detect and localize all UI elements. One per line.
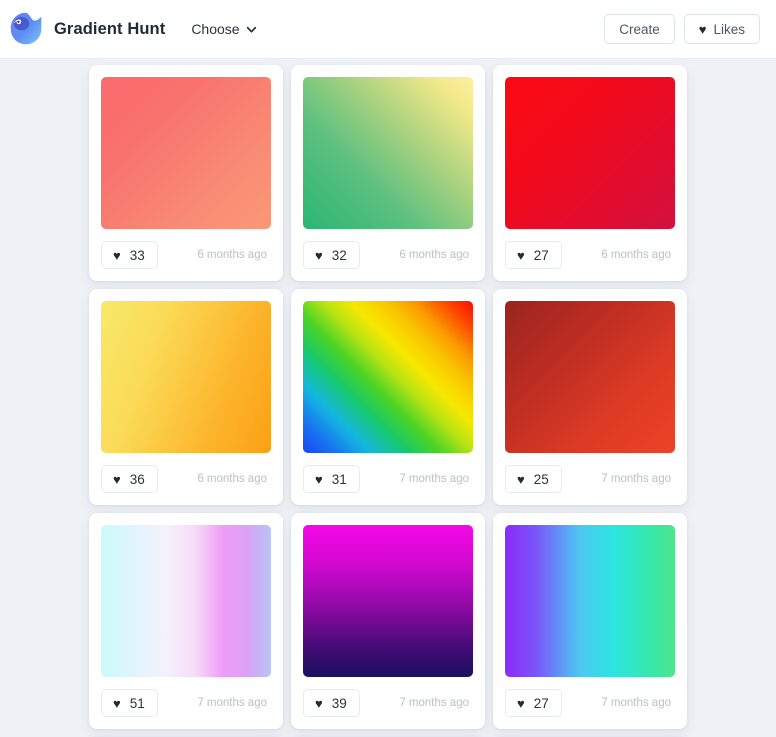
like-count: 25 [533,471,549,487]
chevron-down-icon [246,26,256,33]
like-button[interactable]: ♥ 27 [505,689,562,717]
card-meta: ♥ 31 7 months ago [303,465,473,493]
heart-icon: ♥ [315,247,323,263]
timestamp: 7 months ago [399,473,469,485]
card-meta: ♥ 32 6 months ago [303,241,473,269]
gradient-card[interactable]: ♥ 36 6 months ago [89,289,283,505]
timestamp: 6 months ago [399,249,469,261]
gradient-card[interactable]: ♥ 25 7 months ago [493,289,687,505]
like-button[interactable]: ♥ 51 [101,689,158,717]
gradient-swatch[interactable] [505,301,675,453]
like-count: 39 [331,695,347,711]
heart-icon: ♥ [113,695,121,711]
card-meta: ♥ 27 7 months ago [505,689,675,717]
like-button[interactable]: ♥ 31 [303,465,360,493]
like-button[interactable]: ♥ 32 [303,241,360,269]
timestamp: 7 months ago [197,697,267,709]
card-meta: ♥ 51 7 months ago [101,689,271,717]
timestamp: 6 months ago [197,473,267,485]
timestamp: 6 months ago [601,249,671,261]
card-meta: ♥ 36 6 months ago [101,465,271,493]
heart-icon: ♥ [517,471,525,487]
heart-icon: ♥ [517,247,525,263]
timestamp: 7 months ago [601,473,671,485]
gradient-swatch[interactable] [505,77,675,229]
like-button[interactable]: ♥ 25 [505,465,562,493]
gradient-swatch[interactable] [505,525,675,677]
like-count: 51 [129,695,145,711]
like-button[interactable]: ♥ 27 [505,241,562,269]
heart-icon: ♥ [517,695,525,711]
heart-icon: ♥ [698,21,707,37]
like-count: 33 [129,247,145,263]
gradient-card[interactable]: ♥ 27 6 months ago [493,65,687,281]
like-button[interactable]: ♥ 36 [101,465,158,493]
like-count: 32 [331,247,347,263]
heart-icon: ♥ [113,471,121,487]
gradient-swatch[interactable] [303,77,473,229]
gradient-card[interactable]: ♥ 51 7 months ago [89,513,283,729]
timestamp: 6 months ago [197,249,267,261]
gradient-grid: ♥ 33 6 months ago ♥ 32 6 months ago ♥ 27 6 month… [0,59,776,737]
app-header: Gradient Hunt Choose Create ♥ Likes [0,0,776,59]
brand-title: Gradient Hunt [54,19,166,38]
create-button[interactable]: Create [604,14,675,44]
gradient-swatch[interactable] [101,525,271,677]
card-meta: ♥ 33 6 months ago [101,241,271,269]
heart-icon: ♥ [113,247,121,263]
gradient-card[interactable]: ♥ 33 6 months ago [89,65,283,281]
heart-icon: ♥ [315,695,323,711]
like-count: 31 [331,471,347,487]
gradient-card[interactable]: ♥ 32 6 months ago [291,65,485,281]
bird-logo-icon[interactable] [8,11,44,47]
likes-button-label: Likes [713,21,745,37]
gradient-card[interactable]: ♥ 27 7 months ago [493,513,687,729]
gradient-swatch[interactable] [303,301,473,453]
gradient-swatch[interactable] [101,301,271,453]
like-count: 27 [533,247,549,263]
gradient-card[interactable]: ♥ 31 7 months ago [291,289,485,505]
gradient-swatch[interactable] [303,525,473,677]
card-meta: ♥ 25 7 months ago [505,465,675,493]
gradient-swatch[interactable] [101,77,271,229]
card-meta: ♥ 27 6 months ago [505,241,675,269]
card-meta: ♥ 39 7 months ago [303,689,473,717]
choose-label: Choose [191,21,240,37]
timestamp: 7 months ago [601,697,671,709]
gradient-card[interactable]: ♥ 39 7 months ago [291,513,485,729]
like-count: 36 [129,471,145,487]
heart-icon: ♥ [315,471,323,487]
likes-button[interactable]: ♥ Likes [683,14,760,44]
gradient-board: ♥ 33 6 months ago ♥ 32 6 months ago ♥ 27 6 month… [0,59,776,737]
choose-dropdown[interactable]: Choose [191,21,256,37]
like-button[interactable]: ♥ 33 [101,241,158,269]
like-button[interactable]: ♥ 39 [303,689,360,717]
like-count: 27 [533,695,549,711]
create-button-label: Create [619,21,660,37]
timestamp: 7 months ago [399,697,469,709]
